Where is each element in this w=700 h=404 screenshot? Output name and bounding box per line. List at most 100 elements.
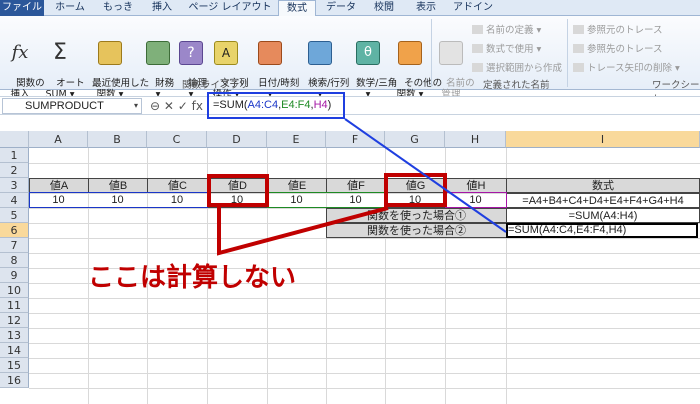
range-highlight-e4-f4 (267, 192, 386, 208)
column-header-c[interactable]: C (147, 131, 207, 148)
trace-precedents-icon (573, 25, 584, 34)
row-header[interactable]: 14 (0, 343, 29, 358)
gridline (29, 253, 700, 254)
tab-file[interactable]: ファイル (0, 0, 44, 16)
tab-home[interactable]: ホーム (48, 0, 92, 16)
row-header[interactable]: 5 (0, 208, 29, 223)
define-name-label: 名前の定義 ▾ (486, 25, 542, 36)
row-header[interactable]: 8 (0, 253, 29, 268)
trace-dependents-button[interactable]: 参照先のトレース (573, 41, 663, 55)
financial-book-icon (146, 41, 170, 65)
row-header[interactable]: 9 (0, 268, 29, 283)
column-header-a[interactable]: A (29, 131, 88, 148)
formula-cell-i5[interactable]: =SUM(A4:H4) (506, 208, 700, 223)
row-header[interactable]: 1 (0, 148, 29, 163)
formula-buttons[interactable]: ⊖ ✕ ✓ fx (150, 98, 203, 114)
row-header[interactable]: 15 (0, 358, 29, 373)
create-from-selection-button[interactable]: 選択範囲から作成 (472, 60, 562, 74)
tab-data[interactable]: データ (322, 0, 360, 16)
select-all-corner[interactable] (0, 131, 29, 148)
formula-cell-i4[interactable]: =A4+B4+C4+D4+E4+F4+G4+H4 (506, 193, 700, 208)
gridline (29, 358, 700, 359)
sigma-icon: Σ (53, 40, 67, 65)
gridline (29, 238, 700, 239)
gridline (29, 373, 700, 374)
row-header[interactable]: 2 (0, 163, 29, 178)
ribbon-tab-bar: ファイル ホーム もっき 挿入 ページ レイアウト 数式 データ 校閲 表示 ア… (0, 0, 700, 17)
row-header[interactable]: 12 (0, 313, 29, 328)
group-function-library: 関数ライブラリ (182, 80, 249, 91)
row-header[interactable]: 13 (0, 328, 29, 343)
name-box-value: SUMPRODUCT (25, 100, 104, 112)
star-book-icon (98, 41, 122, 65)
tab-insert[interactable]: 挿入 (144, 0, 180, 16)
text-book-icon: A (214, 41, 238, 65)
remove-arrows-button[interactable]: トレース矢印の削除 ▾ (573, 60, 680, 74)
use-in-formula-label: 数式で使用 ▾ (486, 44, 542, 55)
tab-addins[interactable]: アドイン (450, 0, 496, 16)
name-box[interactable]: SUMPRODUCT ▾ (2, 98, 142, 114)
active-cell-i6[interactable]: =SUM(A4:C4,E4:F4,H4) (506, 223, 698, 238)
column-header-h[interactable]: H (445, 131, 506, 148)
trace-dependents-label: 参照先のトレース (587, 44, 663, 55)
column-header-g[interactable]: G (385, 131, 445, 148)
lookup-book-icon (308, 41, 332, 65)
name-manager-icon (439, 41, 463, 65)
highlight-box-d (207, 174, 269, 207)
row-header[interactable]: 6 (0, 223, 29, 238)
column-header-e[interactable]: E (267, 131, 326, 148)
trace-precedents-button[interactable]: 参照元のトレース (573, 22, 663, 36)
trace-precedents-label: 参照元のトレース (587, 25, 663, 36)
highlight-box-g (384, 173, 447, 207)
row-header[interactable]: 3 (0, 178, 29, 193)
gridline (29, 313, 700, 314)
header-cell-f3[interactable]: 値F (326, 178, 386, 193)
column-header-f[interactable]: F (326, 131, 385, 148)
ribbon-separator (431, 19, 432, 87)
row-header[interactable]: 16 (0, 373, 29, 388)
tab-review[interactable]: 校閲 (366, 0, 402, 16)
trace-dependents-icon (573, 44, 584, 53)
remove-arrows-icon (573, 63, 584, 72)
row-header[interactable]: 11 (0, 298, 29, 313)
note-cell-function-1[interactable]: 関数を使った場合① (326, 208, 507, 223)
header-cell-h3[interactable]: 値H (445, 178, 507, 193)
header-cell-e3[interactable]: 値E (267, 178, 327, 193)
column-header-i[interactable]: I (506, 131, 700, 148)
row-header[interactable]: 7 (0, 238, 29, 253)
gridline (29, 343, 700, 344)
fx-icon: fx (11, 42, 29, 63)
gridline (29, 328, 700, 329)
tab-formulas[interactable]: 数式 (278, 0, 316, 17)
range-highlight-h4 (445, 192, 507, 208)
calendar-book-icon (258, 41, 282, 65)
gridline (29, 388, 700, 389)
use-in-formula-button[interactable]: 数式で使用 ▾ (472, 41, 541, 55)
define-name-icon (472, 25, 483, 34)
create-from-selection-label: 選択範囲から作成 (486, 63, 563, 74)
group-defined-names: 定義された名前 (483, 80, 550, 91)
row-header[interactable]: 4 (0, 193, 29, 208)
tab-view[interactable]: 表示 (408, 0, 444, 16)
gridline (29, 163, 700, 164)
formula-highlight-box (207, 92, 345, 119)
more-book-icon (398, 41, 422, 65)
tab-page-layout[interactable]: ページ レイアウト (186, 0, 274, 16)
column-header-d[interactable]: D (207, 131, 267, 148)
column-header-b[interactable]: B (88, 131, 147, 148)
note-cell-function-2[interactable]: 関数を使った場合② (326, 223, 507, 238)
header-cell-b3[interactable]: 値B (88, 178, 148, 193)
header-cell-c3[interactable]: 値C (147, 178, 208, 193)
tab-mokki[interactable]: もっき (96, 0, 140, 16)
ribbon: fx 関数の 挿入 Σ オート SUM ▾ 最近使用した 関数 ▾ 財務 ▾ ?… (0, 16, 700, 105)
callout-text: ここは計算しない (88, 263, 297, 293)
logical-book-icon: ? (179, 41, 203, 65)
header-cell-i3[interactable]: 数式 (506, 178, 700, 193)
header-cell-a3[interactable]: 値A (29, 178, 89, 193)
define-name-button[interactable]: 名前の定義 ▾ (472, 22, 541, 36)
remove-arrows-label: トレース矢印の削除 ▾ (587, 63, 680, 74)
chevron-down-icon[interactable]: ▾ (134, 99, 138, 113)
row-header[interactable]: 10 (0, 283, 29, 298)
create-from-selection-icon (472, 63, 483, 72)
ribbon-separator (567, 19, 568, 87)
